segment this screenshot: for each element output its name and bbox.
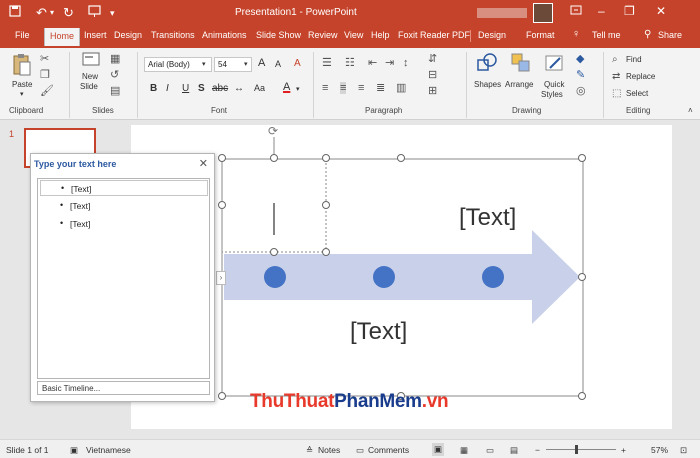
text-pane-list[interactable]: • [Text] • [Text] • [Text]	[37, 178, 210, 379]
text-pane-toggle-icon[interactable]: ›	[216, 271, 226, 285]
slide-info: Slide 1 of 1	[6, 445, 49, 455]
list-item[interactable]: • [Text]	[40, 216, 208, 232]
status-bar: Slide 1 of 1 ▣ Vietnamese ≙ Notes ▭ Comm…	[0, 439, 700, 458]
list-item-text[interactable]: [Text]	[70, 219, 90, 229]
list-item[interactable]: • [Text]	[40, 180, 208, 196]
text-pane-header: Type your text here	[34, 159, 117, 169]
bullet-icon: •	[61, 183, 65, 193]
comments-icon[interactable]: ▭	[356, 445, 364, 456]
slideshow-icon[interactable]: ▤	[510, 445, 518, 456]
textbox-handle[interactable]	[270, 154, 278, 162]
watermark: ThuThuatPhanMem.vn	[250, 391, 449, 413]
bullet-icon: •	[60, 200, 64, 210]
resize-handle[interactable]	[218, 392, 226, 400]
bullet-icon: •	[60, 218, 64, 228]
list-item[interactable]: • [Text]	[40, 198, 208, 214]
rotate-handle-icon[interactable]: ⟳	[268, 124, 278, 138]
slide-text-top[interactable]: [Text]	[459, 204, 516, 232]
zoom-slider-thumb[interactable]	[575, 445, 578, 454]
timeline-dot[interactable]	[264, 266, 286, 288]
zoom-out-icon[interactable]: −	[535, 445, 540, 455]
timeline-dot[interactable]	[482, 266, 504, 288]
watermark-part3: .vn	[421, 391, 449, 412]
textbox-handle[interactable]	[218, 201, 226, 209]
list-item-text[interactable]: [Text]	[70, 201, 90, 211]
smartart-text-pane: Type your text here ✕ • [Text] • [Text] …	[30, 153, 215, 402]
resize-handle[interactable]	[397, 154, 405, 162]
notes-icon[interactable]: ≙	[306, 445, 313, 456]
resize-handle[interactable]	[578, 154, 586, 162]
list-item-text[interactable]: [Text]	[71, 184, 91, 194]
fit-to-window-icon[interactable]: ⊡	[680, 445, 687, 456]
textbox-handle[interactable]	[322, 201, 330, 209]
resize-handle[interactable]	[578, 273, 586, 281]
resize-handle[interactable]	[218, 154, 226, 162]
notes-button[interactable]: Notes	[318, 445, 340, 455]
timeline-dot[interactable]	[373, 266, 395, 288]
language-indicator[interactable]: Vietnamese	[86, 445, 131, 455]
resize-handle[interactable]	[578, 392, 586, 400]
close-icon[interactable]: ✕	[199, 157, 208, 170]
textbox-handle[interactable]	[270, 248, 278, 256]
text-pane-footer-link[interactable]: Basic Timeline...	[37, 381, 210, 395]
comments-button[interactable]: Comments	[368, 445, 409, 455]
spellcheck-icon[interactable]: ▣	[70, 445, 78, 456]
slide-text-bottom[interactable]: [Text]	[350, 318, 407, 346]
reading-view-icon[interactable]: ▭	[486, 445, 494, 456]
textbox-handle[interactable]	[322, 248, 330, 256]
zoom-slider[interactable]	[546, 449, 616, 450]
zoom-in-icon[interactable]: +	[621, 445, 626, 455]
textbox-handle[interactable]	[322, 154, 330, 162]
slide-sorter-icon[interactable]: ▦	[460, 445, 468, 456]
normal-view-icon[interactable]: ▣	[432, 443, 445, 456]
watermark-part1: ThuThuat	[250, 391, 335, 412]
zoom-level[interactable]: 57%	[651, 445, 668, 455]
watermark-part2: PhanMem	[334, 391, 422, 412]
